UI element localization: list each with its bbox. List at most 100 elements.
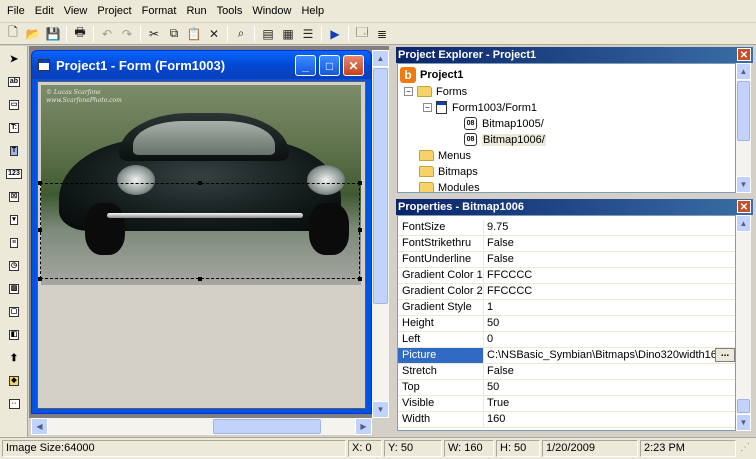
property-row[interactable]: Stretch False xyxy=(398,364,735,380)
property-row[interactable]: Top 50 xyxy=(398,380,735,396)
scroll-thumb[interactable] xyxy=(373,68,388,304)
maximize-button[interactable]: □ xyxy=(319,55,340,76)
selected-bitmap-outline[interactable] xyxy=(38,181,362,281)
scroll-thumb[interactable] xyxy=(737,81,750,141)
new-file-icon[interactable]: 🗋 xyxy=(3,25,23,43)
property-value[interactable]: True xyxy=(484,396,735,411)
scroll-right-icon[interactable]: ▶ xyxy=(355,418,372,435)
tree-item-bitmap1006[interactable]: 08 Bitmap1006/ xyxy=(464,132,546,147)
grid-icon[interactable]: ▦ xyxy=(278,25,298,43)
workspace-vertical-scrollbar[interactable]: ▲ ▼ xyxy=(372,50,389,418)
upload-tool-icon[interactable]: ⬆ xyxy=(3,348,25,368)
property-value[interactable]: 9.75 xyxy=(484,220,735,235)
textlabel-tool-icon[interactable]: T xyxy=(3,141,25,161)
frame-tool-icon[interactable]: ▢ xyxy=(3,302,25,322)
timer-tool-icon[interactable]: ◷ xyxy=(3,256,25,276)
scroll-down-icon[interactable]: ▼ xyxy=(736,176,751,193)
open-folder-icon[interactable]: 📂 xyxy=(23,25,43,43)
menu-editor-icon[interactable]: ☰ xyxy=(298,25,318,43)
property-value[interactable]: 0 xyxy=(484,332,735,347)
menu-run[interactable]: Run xyxy=(181,0,211,22)
form-icon[interactable]: ▤ xyxy=(258,25,278,43)
property-value[interactable]: 1 xyxy=(484,300,735,315)
tree-item-bitmaps[interactable]: Bitmaps xyxy=(419,164,478,179)
code-icon[interactable]: ≣ xyxy=(372,25,392,43)
resize-handle[interactable] xyxy=(38,228,42,232)
property-value[interactable]: False xyxy=(484,364,735,379)
project-tree-scrollbar[interactable]: ▲ ▼ xyxy=(736,63,751,193)
scroll-up-icon[interactable]: ▲ xyxy=(736,215,751,232)
close-icon[interactable]: ✕ xyxy=(737,200,751,213)
tree-item-modules[interactable]: Modules xyxy=(419,180,480,192)
collapse-icon[interactable]: − xyxy=(423,103,432,112)
tree-item-form[interactable]: − Form1003/Form1 xyxy=(423,100,537,115)
menu-project[interactable]: Project xyxy=(92,0,136,22)
listbox-tool-icon[interactable]: ≡ xyxy=(3,233,25,253)
scroll-up-icon[interactable]: ▲ xyxy=(372,50,389,67)
copy-icon[interactable]: ⧉ xyxy=(164,25,184,43)
undo-icon[interactable]: ↶ xyxy=(97,25,117,43)
property-row[interactable]: Gradient Color 1 FFCCCC xyxy=(398,268,735,284)
property-value[interactable]: False xyxy=(484,236,735,251)
menu-window[interactable]: Window xyxy=(247,0,296,22)
slider-tool-icon[interactable]: ⇔ xyxy=(3,394,25,414)
menu-help[interactable]: Help xyxy=(296,0,329,22)
tree-item-project[interactable]: b Project1 xyxy=(400,66,463,83)
property-value[interactable]: 50 xyxy=(484,316,735,331)
resize-handle[interactable] xyxy=(358,181,362,185)
checkbox-tool-icon[interactable]: ☒ xyxy=(3,187,25,207)
scroll-thumb[interactable] xyxy=(213,419,321,434)
property-row[interactable]: FontUnderline False xyxy=(398,252,735,268)
resize-handle[interactable] xyxy=(358,228,362,232)
property-row[interactable]: Gradient Style 1 xyxy=(398,300,735,316)
picture-path-value[interactable]: C:\NSBasic_Symbian\Bitmaps\Dino320width1… xyxy=(487,349,717,361)
menu-view[interactable]: View xyxy=(59,0,93,22)
menu-file[interactable]: File xyxy=(2,0,30,22)
combobox-tool-icon[interactable]: ▾ xyxy=(3,210,25,230)
property-row[interactable]: Gradient Color 2 FFCCCC xyxy=(398,284,735,300)
label-tool-icon[interactable]: T: xyxy=(3,118,25,138)
textbox-tool-icon[interactable]: ▭ xyxy=(3,95,25,115)
scroll-down-icon[interactable]: ▼ xyxy=(736,414,751,431)
property-value[interactable]: False xyxy=(484,252,735,267)
property-value[interactable]: FFCCCC xyxy=(484,284,735,299)
property-row[interactable]: Visible True xyxy=(398,396,735,412)
resize-handle[interactable] xyxy=(198,277,202,281)
scroll-tool-icon[interactable]: ◧ xyxy=(3,325,25,345)
property-value[interactable]: 50 xyxy=(484,380,735,395)
workspace-horizontal-scrollbar[interactable]: ◀ ▶ xyxy=(31,418,372,435)
property-value[interactable]: C:\NSBasic_Symbian\Bitmaps\Dino320width1… xyxy=(484,348,735,363)
scroll-down-icon[interactable]: ▼ xyxy=(372,401,389,418)
button-tool-icon[interactable]: ab xyxy=(3,72,25,92)
resize-handle[interactable] xyxy=(38,181,42,185)
properties-scrollbar[interactable]: ▲ ▼ xyxy=(736,215,751,431)
shape-tool-icon[interactable]: ◆ xyxy=(3,371,25,391)
find-icon[interactable]: ⌕ xyxy=(231,25,251,43)
numeric-tool-icon[interactable]: 123 xyxy=(3,164,25,184)
save-icon[interactable]: 💾 xyxy=(43,25,63,43)
menu-edit[interactable]: Edit xyxy=(30,0,59,22)
resize-handle[interactable] xyxy=(38,277,42,281)
property-value[interactable]: 160 xyxy=(484,412,735,427)
redo-icon[interactable]: ↷ xyxy=(117,25,137,43)
delete-icon[interactable]: ✕ xyxy=(204,25,224,43)
paste-icon[interactable]: 📋 xyxy=(184,25,204,43)
properties-icon[interactable]: 🗔 xyxy=(352,25,372,43)
tree-item-bitmap1005[interactable]: 08 Bitmap1005/ xyxy=(464,116,544,131)
property-row[interactable]: Height 50 xyxy=(398,316,735,332)
collapse-icon[interactable]: − xyxy=(404,87,413,96)
tree-item-menus[interactable]: Menus xyxy=(419,148,471,163)
scroll-up-icon[interactable]: ▲ xyxy=(736,63,751,80)
scroll-thumb[interactable] xyxy=(737,399,750,413)
picture-tool-icon[interactable]: ▨ xyxy=(3,279,25,299)
form-canvas[interactable]: © Lucas Scarfone www.ScarfonePhoto.com xyxy=(37,81,366,409)
menu-tools[interactable]: Tools xyxy=(212,0,248,22)
resize-handle[interactable] xyxy=(358,277,362,281)
property-value[interactable]: FFCCCC xyxy=(484,268,735,283)
close-icon[interactable]: ✕ xyxy=(737,48,751,61)
close-button[interactable]: ✕ xyxy=(343,55,364,76)
scroll-left-icon[interactable]: ◀ xyxy=(31,418,48,435)
property-row[interactable]: FontStrikethru False xyxy=(398,236,735,252)
property-row-selected[interactable]: Picture C:\NSBasic_Symbian\Bitmaps\Dino32… xyxy=(398,348,735,364)
cut-icon[interactable]: ✂ xyxy=(144,25,164,43)
